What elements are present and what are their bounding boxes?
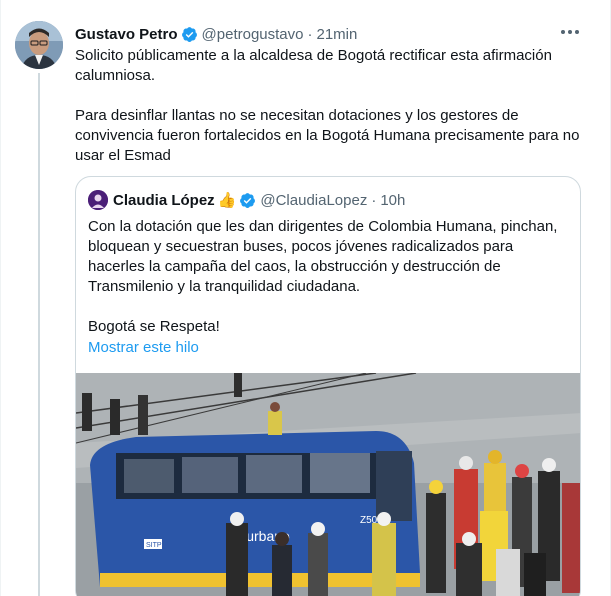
more-dot <box>575 30 579 34</box>
quoted-paragraph-1: Con la dotación que les dan dirigentes d… <box>88 218 558 295</box>
tweet-header: Gustavo Petro @petrogustavo · 21min <box>75 24 357 44</box>
bus-sign-text: SITP <box>146 542 162 549</box>
quoted-tweet-header: Claudia López 👍 @ClaudiaLopez · 10h <box>88 190 405 210</box>
thumbs-up-icon: 👍 <box>217 192 237 209</box>
verified-badge-icon <box>181 26 197 42</box>
author-name[interactable]: Gustavo Petro <box>75 26 178 43</box>
bus-crowd-photo-icon: Sit urbano Z50-2 SITP <box>76 373 580 596</box>
show-thread-link[interactable]: Mostrar este hilo <box>88 339 199 356</box>
quoted-header-separator: · <box>371 191 377 209</box>
tweet-paragraph-2: Para desinflar llantas no se necesitan d… <box>75 107 580 164</box>
author-avatar[interactable] <box>15 21 63 69</box>
quoted-author-handle[interactable]: @ClaudiaLopez <box>260 192 367 209</box>
quoted-tweet-body: Con la dotación que les dan dirigentes d… <box>88 217 568 337</box>
more-dot <box>568 30 572 34</box>
verified-badge-icon <box>240 192 256 208</box>
tweet-timestamp[interactable]: 21min <box>316 26 357 43</box>
avatar-photo-icon <box>15 21 63 69</box>
more-options-icon[interactable] <box>558 22 582 42</box>
quoted-author-name[interactable]: Claudia López <box>113 192 215 209</box>
quoted-tweet-timestamp[interactable]: 10h <box>380 192 405 209</box>
quoted-author-avatar[interactable] <box>88 190 108 210</box>
author-handle[interactable]: @petrogustavo <box>202 26 304 43</box>
tweet-body: Solicito públicamente a la alcaldesa de … <box>75 46 585 166</box>
tweet-card: Gustavo Petro @petrogustavo · 21min Soli… <box>0 0 611 596</box>
quoted-tweet[interactable]: Claudia López 👍 @ClaudiaLopez · 10h Con … <box>75 176 581 596</box>
quoted-media-photo[interactable]: Sit urbano Z50-2 SITP <box>76 373 580 596</box>
quoted-avatar-icon <box>88 190 108 210</box>
quoted-paragraph-2: Bogotá se Respeta! <box>88 318 220 335</box>
header-separator: · <box>307 25 313 43</box>
more-dot <box>561 30 565 34</box>
tweet-paragraph-1: Solicito públicamente a la alcaldesa de … <box>75 47 552 84</box>
thread-connector-line <box>38 73 40 596</box>
